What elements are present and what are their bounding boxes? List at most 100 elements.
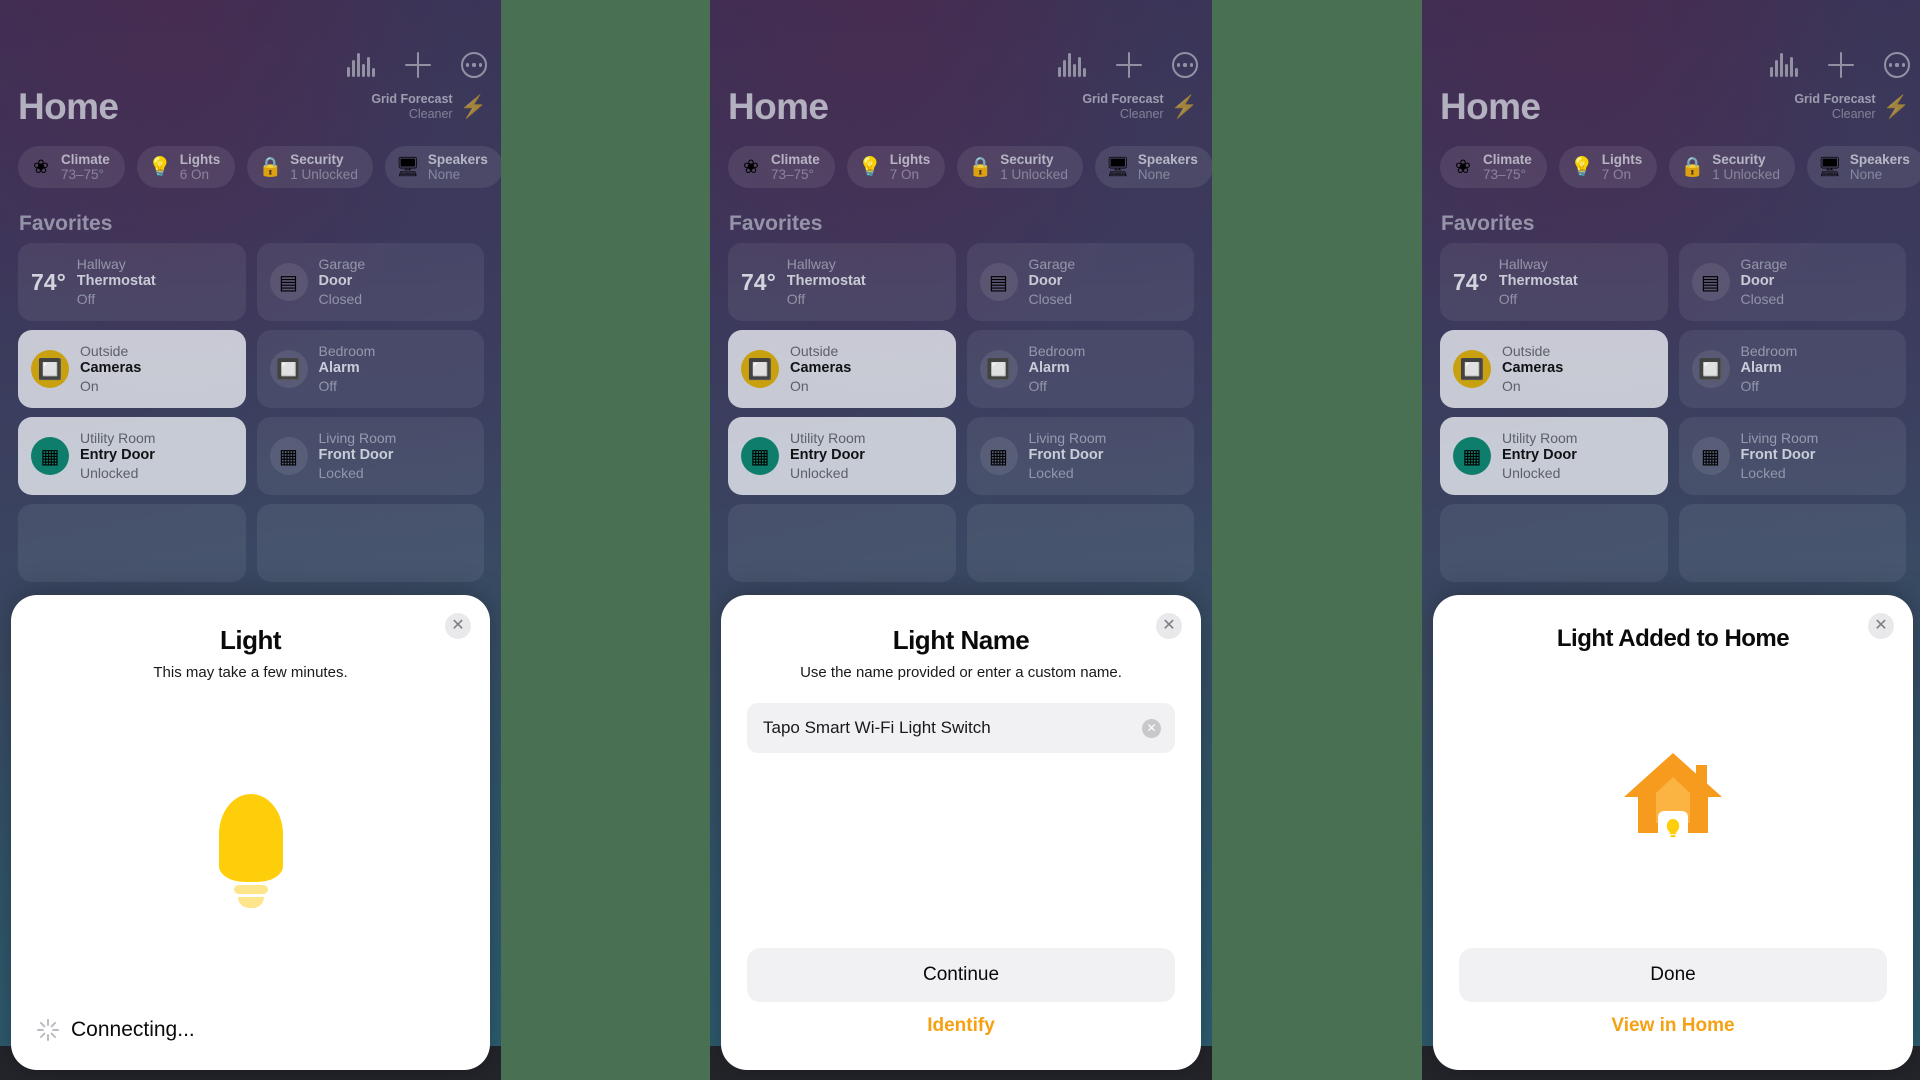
grid-forecast-value: Cleaner [1119,106,1164,121]
bulb-icon: 💡 [1569,156,1594,178]
favorite-card-thermostat[interactable]: 74° Hallway Thermostat Off [1440,243,1668,321]
favorite-card-garage-door[interactable]: ▤ Garage Door Closed [256,243,484,321]
more-ellipsis-icon[interactable] [1172,52,1198,78]
clear-input-icon[interactable]: ✕ [1142,718,1161,738]
chip-label: Climate [771,151,820,167]
plus-icon[interactable] [1116,52,1142,78]
grid-forecast-label: Grid Forecast [1082,92,1164,106]
done-button[interactable]: Done [1459,948,1887,1002]
chip-speakers[interactable]: 🖥 Speakers None [1806,146,1920,188]
card-room: Garage [318,256,366,273]
siri-waveform-icon[interactable] [1057,53,1086,77]
favorite-card-garage-door[interactable]: ▤ Garage Door Closed [1678,243,1906,321]
favorite-card-entry-door[interactable]: ▦ Utility Room Entry Door Unlocked [1440,417,1668,495]
card-room: Living Room [318,430,397,447]
favorite-card-extra-left[interactable] [728,504,956,582]
chip-climate[interactable]: ❀ Climate 73–75° [728,146,835,188]
favorite-card-extra-left[interactable] [18,504,246,582]
chip-security[interactable]: 🔒 Security 1 Unlocked [1669,146,1795,188]
thermostat-temperature: 74° [741,268,776,295]
siri-waveform-icon[interactable] [1769,53,1798,77]
chip-lights[interactable]: 💡 Lights 7 On [1558,146,1658,188]
chip-lights[interactable]: 💡 Lights 6 On [136,146,236,188]
favorite-card-alarm[interactable]: 🔲 Bedroom Alarm Off [966,330,1194,408]
card-room: Outside [1502,343,1551,360]
light-name-input[interactable]: Tapo Smart Wi-Fi Light Switch ✕ [747,703,1175,753]
fan-icon: ❀ [743,156,759,178]
card-name: Thermostat [786,273,866,290]
more-ellipsis-icon[interactable] [461,52,487,78]
card-name: Entry Door [790,447,865,464]
card-room: Garage [1028,256,1076,273]
card-state: Off [786,290,806,307]
keypad-icon: ▦ [269,437,308,475]
card-state: Locked [318,464,364,481]
plus-icon[interactable] [405,52,431,78]
chip-speakers[interactable]: 🖥 Speakers None [1094,146,1212,188]
card-room: Utility Room [1502,430,1578,447]
favorite-card-front-door[interactable]: ▦ Living Room Front Door Locked [1678,417,1906,495]
light-name-value: Tapo Smart Wi-Fi Light Switch [763,718,991,737]
favorite-card-garage-door[interactable]: ▤ Garage Door Closed [966,243,1194,321]
favorite-card-alarm[interactable]: 🔲 Bedroom Alarm Off [1678,330,1906,408]
card-state: Unlocked [1502,464,1561,481]
favorite-card-cameras[interactable]: 🔲 Outside Cameras On [18,330,246,408]
identify-button[interactable]: Identify [747,1002,1175,1050]
chip-label: Speakers [427,151,488,167]
chip-security[interactable]: 🔒 Security 1 Unlocked [957,146,1083,188]
chip-speakers[interactable]: 🖥 Speakers None [384,146,501,188]
category-chip-row: ❀ Climate 73–75° 💡 Lights 7 On 🔒 Securit… [1440,146,1920,188]
more-ellipsis-icon[interactable] [1884,52,1910,78]
favorite-card-alarm[interactable]: 🔲 Bedroom Alarm Off [256,330,484,408]
card-room: Bedroom [1740,343,1798,360]
card-name: Alarm [318,360,360,377]
favorite-card-extra-right[interactable] [1678,504,1906,582]
plus-icon[interactable] [1828,52,1854,78]
continue-button[interactable]: Continue [747,948,1175,1002]
house-with-light-icon [1618,749,1728,853]
siri-waveform-icon[interactable] [346,53,375,77]
grid-forecast[interactable]: Grid Forecast Cleaner ⚡ [1794,92,1910,122]
favorite-card-extra-left[interactable] [1440,504,1668,582]
card-name: Thermostat [76,273,156,290]
favorite-card-entry-door[interactable]: ▦ Utility Room Entry Door Unlocked [18,417,246,495]
favorite-card-thermostat[interactable]: 74° Hallway Thermostat Off [18,243,246,321]
outlet-icon: 🔲 [269,350,308,388]
chip-security[interactable]: 🔒 Security 1 Unlocked [247,146,373,188]
close-icon[interactable]: ✕ [445,613,471,639]
connecting-text: Connecting... [71,1018,195,1041]
view-in-home-button[interactable]: View in Home [1459,1002,1887,1050]
phone-screen-1: Home Grid Forecast Cleaner ⚡ ❀ Climate 7… [0,0,501,1080]
chip-sublabel: 73–75° [771,167,814,182]
grid-forecast[interactable]: Grid Forecast Cleaner ⚡ [1082,92,1198,122]
chip-sublabel: 1 Unlocked [1000,167,1068,182]
sheet-title: Light Name [892,625,1030,655]
favorite-card-extra-right[interactable] [256,504,484,582]
chip-climate[interactable]: ❀ Climate 73–75° [18,146,125,188]
sheet-subtitle: This may take a few minutes. [153,664,348,681]
favorites-grid: 74° Hallway Thermostat Off ▤ Garage Door… [1440,243,1906,582]
chip-climate[interactable]: ❀ Climate 73–75° [1440,146,1547,188]
favorite-card-front-door[interactable]: ▦ Living Room Front Door Locked [966,417,1194,495]
keypad-icon: ▦ [1691,437,1730,475]
chip-label: Lights [179,151,221,167]
chip-lights[interactable]: 💡 Lights 7 On [846,146,946,188]
card-name: Front Door [318,447,394,464]
card-room: Bedroom [318,343,376,360]
close-icon[interactable]: ✕ [1868,613,1894,639]
favorite-card-extra-right[interactable] [966,504,1194,582]
bulb-icon: 💡 [857,156,882,178]
close-icon[interactable]: ✕ [1156,613,1182,639]
header-row: Home Grid Forecast Cleaner ⚡ [1440,88,1910,125]
favorite-card-cameras[interactable]: 🔲 Outside Cameras On [728,330,956,408]
card-name: Door [318,273,353,290]
favorite-card-thermostat[interactable]: 74° Hallway Thermostat Off [728,243,956,321]
grid-forecast[interactable]: Grid Forecast Cleaner ⚡ [371,92,487,122]
favorite-card-entry-door[interactable]: ▦ Utility Room Entry Door Unlocked [728,417,956,495]
card-state: Closed [1028,290,1073,307]
favorite-card-cameras[interactable]: 🔲 Outside Cameras On [1440,330,1668,408]
favorite-card-front-door[interactable]: ▦ Living Room Front Door Locked [256,417,484,495]
card-state: Off [1740,377,1759,394]
keypad-icon: ▦ [1453,437,1491,475]
light-bulb-icon [215,793,287,908]
